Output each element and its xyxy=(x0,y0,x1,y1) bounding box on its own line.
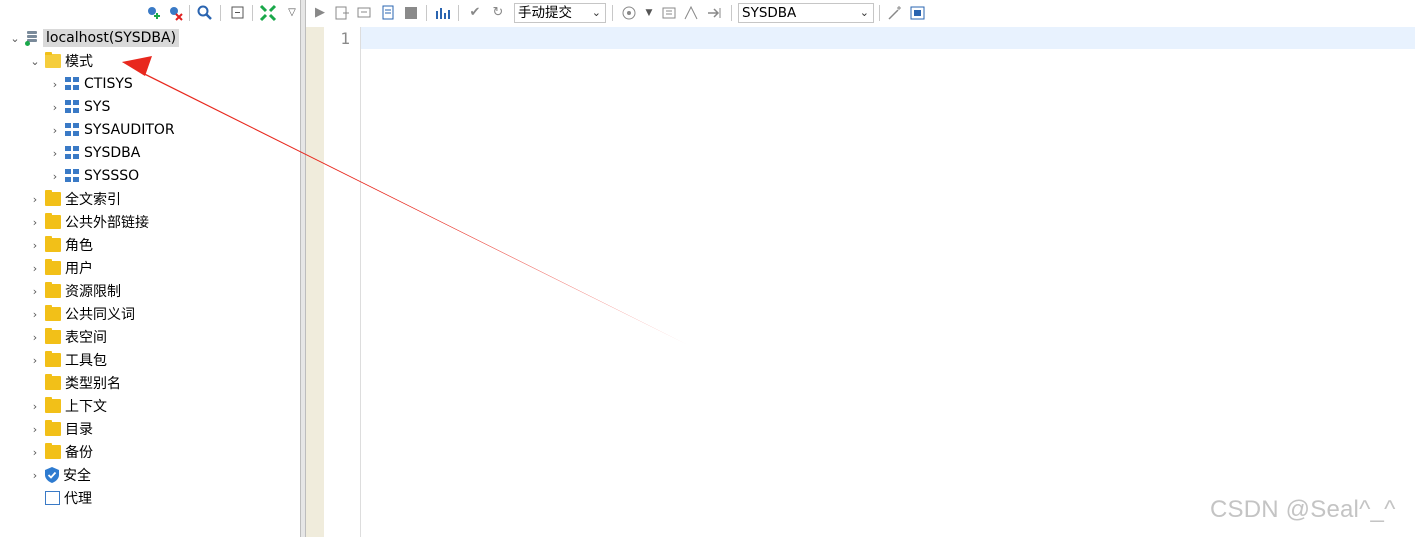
annotation-arrow xyxy=(122,56,686,344)
red-arrow-shape xyxy=(122,60,686,344)
watermark-text: CSDN @Seal^_^ xyxy=(1210,496,1396,523)
red-arrowhead xyxy=(122,56,152,76)
